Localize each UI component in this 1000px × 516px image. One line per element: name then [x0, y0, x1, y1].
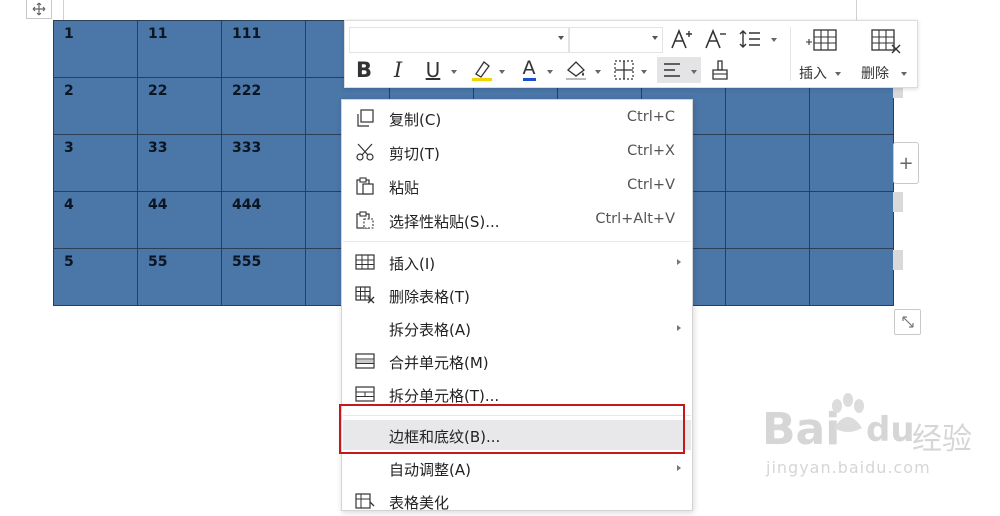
bold-button[interactable]: B: [353, 57, 375, 83]
table-cell[interactable]: 555: [221, 248, 306, 306]
table-cell[interactable]: 333: [221, 134, 306, 192]
floating-format-toolbar: 插入 删除 B I U A: [344, 20, 918, 88]
delete-table-icon: [871, 29, 901, 54]
table-cell[interactable]: [809, 248, 894, 306]
table-beautify-icon: [355, 493, 375, 509]
paste-icon: [356, 177, 374, 195]
insert-button[interactable]: 插入: [797, 25, 849, 83]
borders-button[interactable]: [611, 57, 637, 83]
row-resize-tick[interactable]: [893, 192, 903, 212]
font-color-button[interactable]: A: [517, 57, 541, 83]
table-cell[interactable]: 444: [221, 191, 306, 249]
menu-item-copy[interactable]: 复制(C) Ctrl+C: [343, 103, 691, 133]
menu-item-table-beautify[interactable]: 表格美化: [343, 486, 691, 516]
delete-table-icon: [355, 286, 375, 304]
table-move-handle[interactable]: [26, 0, 52, 19]
paint-bucket-icon: [566, 61, 586, 80]
border-grid-icon: [614, 60, 634, 80]
copy-icon: [357, 109, 374, 127]
menu-item-merge-cells[interactable]: 合并单元格(M): [343, 346, 691, 376]
format-painter-icon: [712, 60, 728, 80]
menu-item-paste[interactable]: 粘贴 Ctrl+V: [343, 171, 691, 201]
increase-font-icon: [671, 28, 692, 49]
highlight-annotation: [339, 404, 685, 454]
paw-logo-icon: [832, 393, 864, 432]
plus-icon: +: [898, 152, 914, 174]
diagonal-resize-icon: [901, 316, 914, 328]
align-left-icon: [664, 63, 680, 77]
split-cells-icon: [355, 386, 375, 402]
table-cell[interactable]: [725, 134, 810, 192]
add-column-button[interactable]: +: [893, 142, 919, 184]
table-cell[interactable]: [809, 134, 894, 192]
merge-cells-icon: [355, 353, 375, 369]
menu-item-delete-table[interactable]: 删除表格(T): [343, 280, 691, 310]
table-cell[interactable]: 22: [137, 77, 222, 135]
table-cell[interactable]: [809, 191, 894, 249]
table-resize-handle[interactable]: [894, 309, 921, 335]
insert-table-icon: [806, 29, 837, 51]
table-cell[interactable]: 1: [53, 20, 138, 78]
format-painter-button[interactable]: [707, 57, 733, 83]
increase-font-button[interactable]: [669, 27, 695, 51]
font-size-select[interactable]: [569, 27, 663, 53]
menu-item-auto-fit[interactable]: 自动调整(A): [343, 453, 691, 483]
table-cell[interactable]: 111: [221, 20, 306, 78]
menu-item-split-table[interactable]: 拆分表格(A): [343, 313, 691, 343]
table-cell[interactable]: 2: [53, 77, 138, 135]
decrease-font-icon: [705, 28, 726, 49]
align-button[interactable]: [657, 57, 701, 83]
highlighter-icon: [472, 61, 492, 81]
table-cell[interactable]: 44: [137, 191, 222, 249]
move-arrows-icon: [32, 2, 46, 16]
table-cell[interactable]: 11: [137, 20, 222, 78]
insert-table-icon: [355, 254, 375, 270]
row-resize-tick[interactable]: [893, 250, 903, 270]
table-cell[interactable]: 3: [53, 134, 138, 192]
underline-button[interactable]: U: [421, 57, 445, 83]
table-cell[interactable]: 33: [137, 134, 222, 192]
table-cell[interactable]: 222: [221, 77, 306, 135]
page-edge-left: [63, 0, 64, 22]
delete-button[interactable]: 删除: [857, 25, 913, 83]
highlight-button[interactable]: [469, 57, 495, 83]
delete-button-label: 删除: [861, 66, 889, 82]
menu-item-cut[interactable]: 剪切(T) Ctrl+X: [343, 137, 691, 167]
table-cell[interactable]: [725, 191, 810, 249]
baidu-jingyan-watermark: Bai du 经验 jingyan.baidu.com: [762, 388, 982, 488]
shading-button[interactable]: [563, 57, 589, 83]
scissors-icon: [356, 143, 374, 161]
paste-special-icon: [356, 211, 374, 229]
decrease-font-button[interactable]: [703, 27, 729, 51]
table-cell[interactable]: [725, 248, 810, 306]
page-edge-right: [856, 0, 857, 22]
menu-item-insert[interactable]: 插入(I): [343, 247, 691, 277]
font-name-select[interactable]: [349, 27, 569, 53]
menu-item-paste-special[interactable]: 选择性粘贴(S)... Ctrl+Alt+V: [343, 205, 691, 235]
italic-button[interactable]: I: [387, 57, 409, 83]
table-cell[interactable]: 5: [53, 248, 138, 306]
insert-button-label: 插入: [799, 66, 827, 82]
line-spacing-icon: [739, 30, 760, 48]
table-cell[interactable]: 4: [53, 191, 138, 249]
table-cell[interactable]: 55: [137, 248, 222, 306]
line-spacing-button[interactable]: [737, 27, 765, 51]
